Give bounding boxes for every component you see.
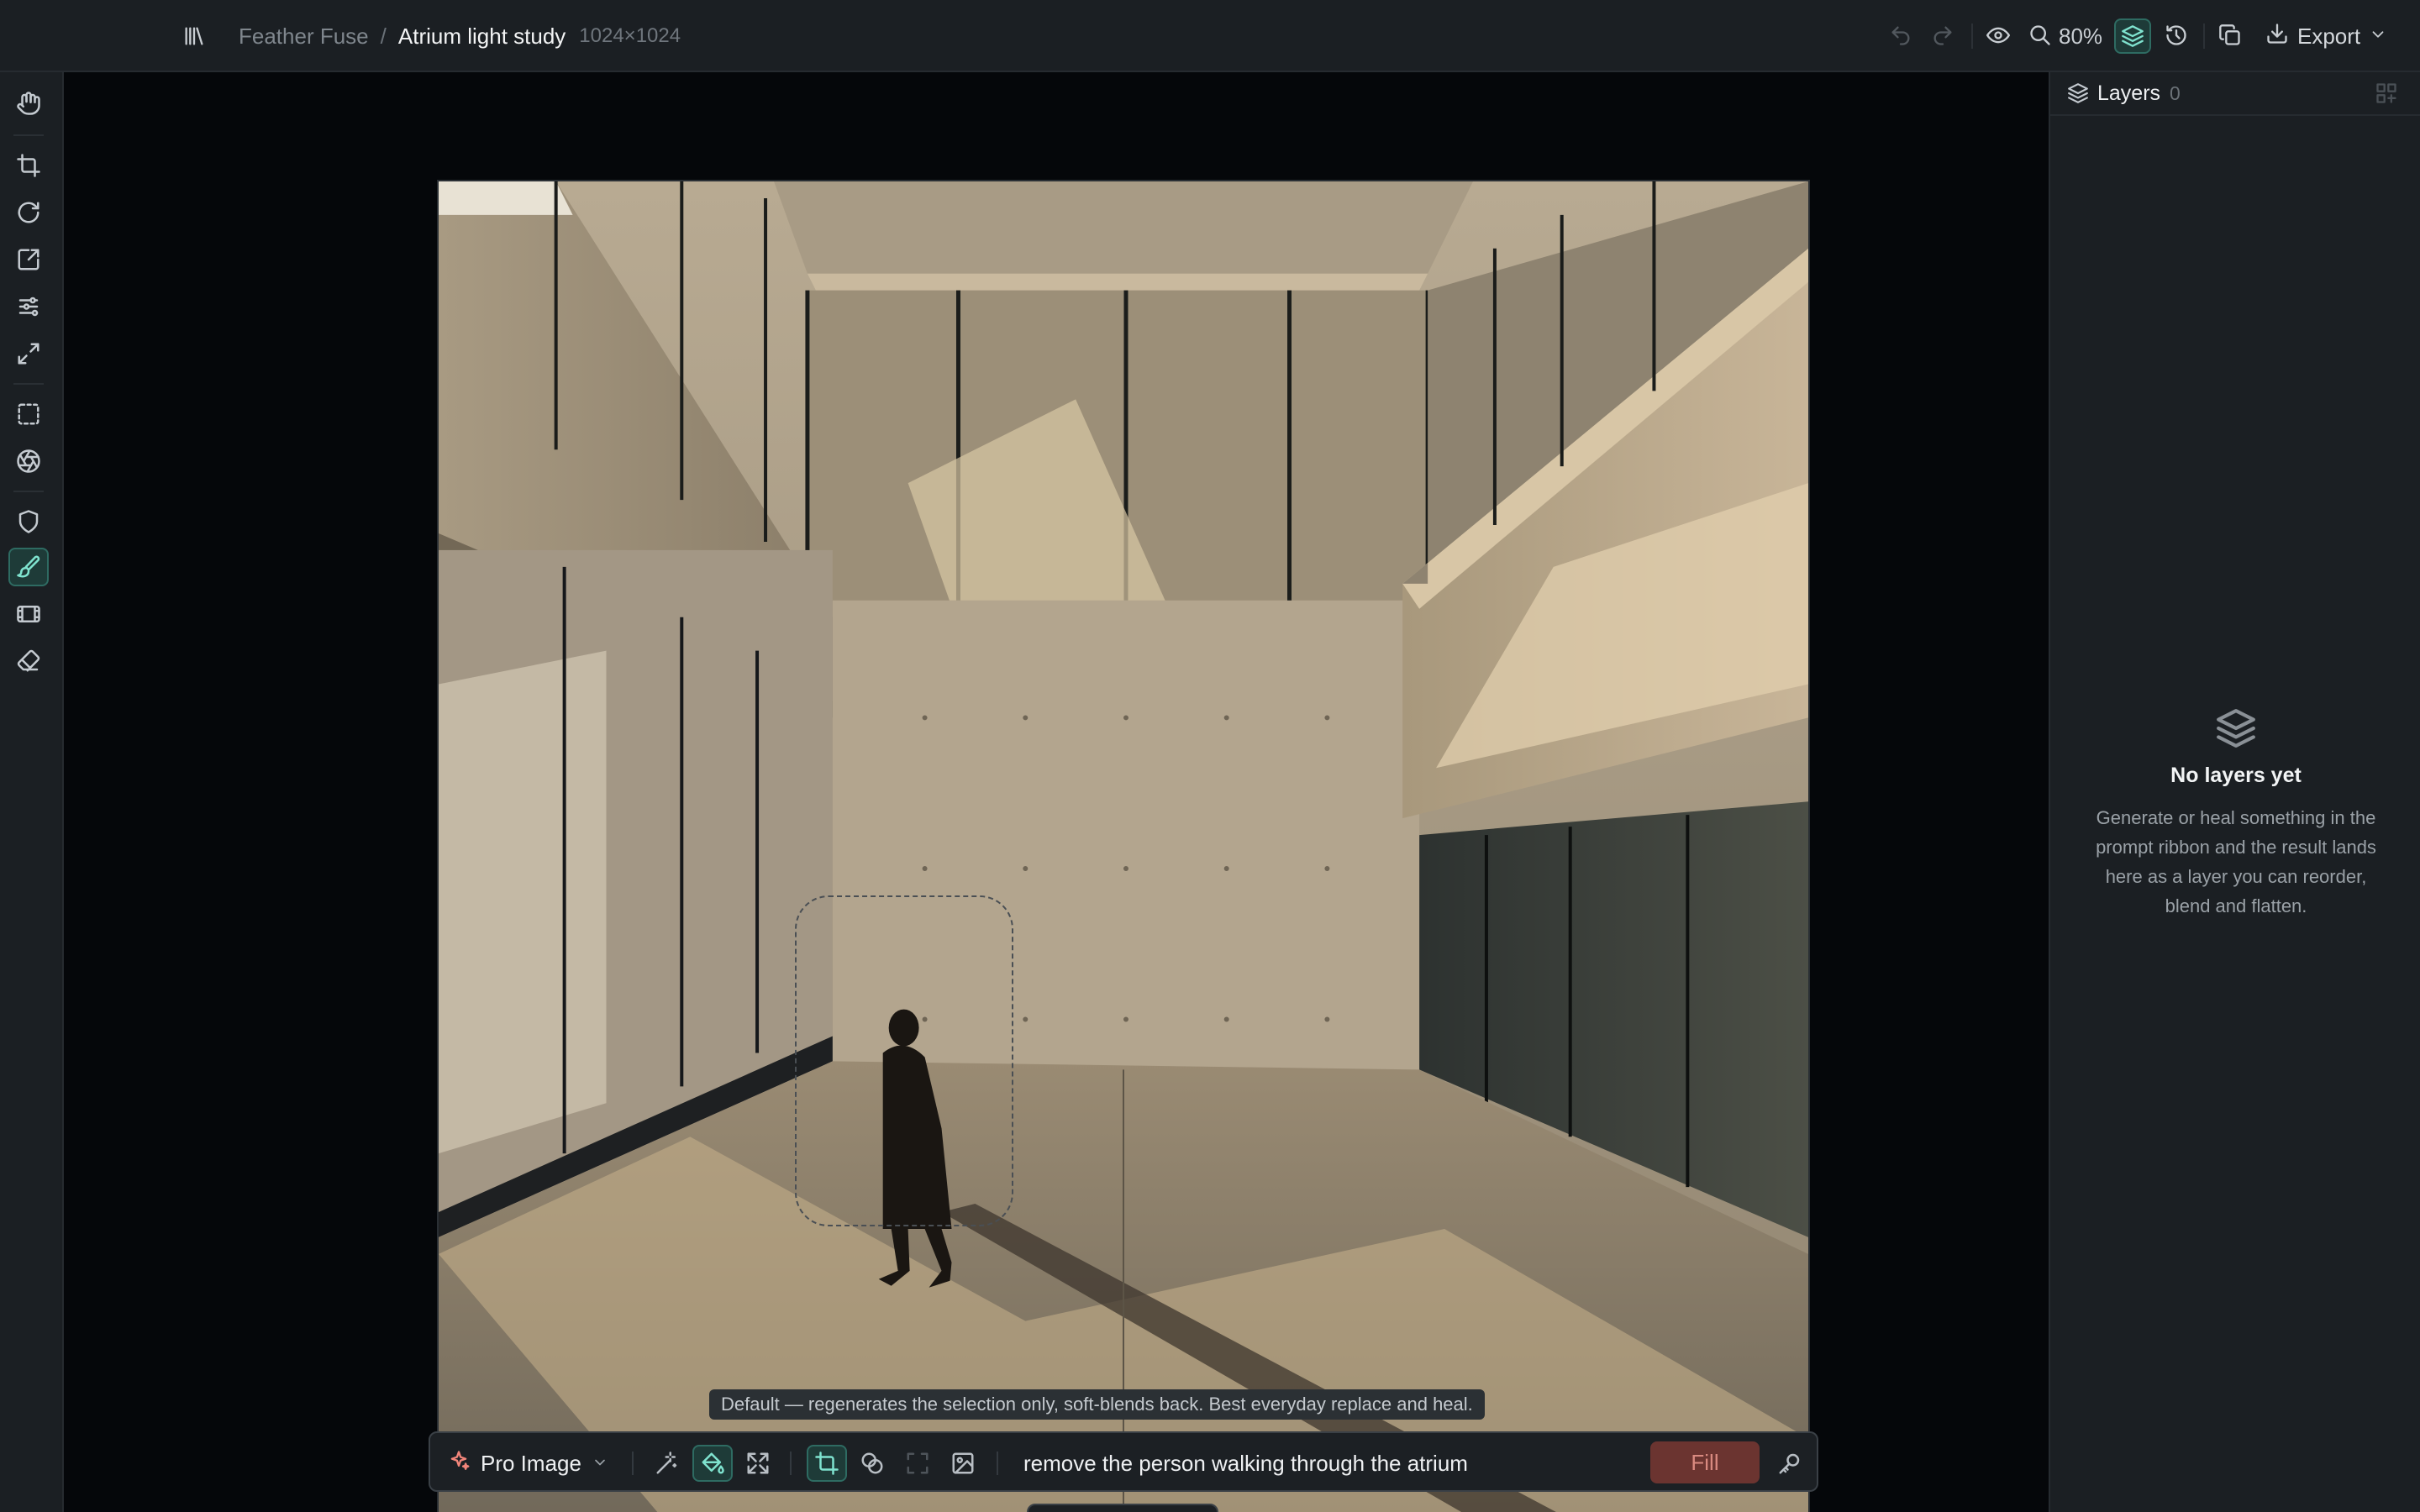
- toolbar-divider: [2203, 24, 2205, 49]
- shield-icon[interactable]: [8, 502, 49, 541]
- crop-icon[interactable]: [8, 146, 49, 185]
- chevron-down-icon: [2369, 24, 2387, 50]
- canvas-image[interactable]: [437, 180, 1810, 1512]
- layers-empty-state: No layers yet Generate or heal something…: [2050, 707, 2420, 921]
- prompt-input[interactable]: [1023, 1445, 1578, 1482]
- eye-icon[interactable]: [1983, 20, 2013, 50]
- sparkle-icon: [447, 1449, 471, 1478]
- empty-state-description: Generate or heal something in the prompt…: [2096, 807, 2376, 916]
- magic-wand-icon[interactable]: [647, 1445, 687, 1482]
- layers-panel-header: Layers 0: [2050, 72, 2420, 116]
- editor-app: Feather Fuse / Atrium light study 1024×1…: [0, 0, 2420, 1512]
- toolbar-divider: [13, 383, 44, 385]
- layers-panel: Layers 0 No layers yet Generate or heal …: [2049, 72, 2420, 1512]
- ribbon-divider: [632, 1452, 634, 1475]
- breadcrumb: Feather Fuse / Atrium light study 1024×1…: [239, 0, 681, 72]
- layers-count: 0: [2170, 82, 2181, 104]
- export-button[interactable]: Export: [2265, 18, 2387, 54]
- redo-icon[interactable]: [1928, 20, 1958, 50]
- rotate-icon[interactable]: [8, 193, 49, 232]
- prompt-ribbon: Pro Image remove the person walking thro…: [429, 1431, 1818, 1492]
- top-bar: Feather Fuse / Atrium light study 1024×1…: [0, 0, 2420, 72]
- aperture-icon[interactable]: [8, 442, 49, 480]
- resize-icon[interactable]: [8, 240, 49, 279]
- adjust-icon[interactable]: [8, 287, 49, 326]
- paint-bucket-icon[interactable]: [692, 1445, 733, 1482]
- hand-icon[interactable]: [8, 84, 49, 123]
- toolbar-divider: [1971, 24, 1973, 49]
- eraser-icon[interactable]: [8, 642, 49, 680]
- undo-icon[interactable]: [1886, 20, 1916, 50]
- toolbar-divider: [13, 134, 44, 136]
- selection-marquee[interactable]: [795, 895, 1013, 1226]
- layers-icon[interactable]: [2114, 18, 2151, 54]
- key-icon[interactable]: [1771, 1445, 1808, 1482]
- library-icon[interactable]: [182, 22, 207, 50]
- expand-frame-icon[interactable]: [738, 1445, 778, 1482]
- export-label: Export: [2297, 23, 2361, 49]
- selection-actions-bar: [1027, 1504, 1218, 1512]
- empty-state-title: No layers yet: [2170, 764, 2302, 787]
- history-icon[interactable]: [2161, 20, 2191, 50]
- ribbon-divider: [997, 1452, 998, 1475]
- canvas-area[interactable]: Default — regenerates the selection only…: [66, 74, 2049, 1512]
- layers-icon: [2067, 82, 2089, 108]
- download-icon: [2265, 22, 2289, 51]
- mode-hint-tooltip: Default — regenerates the selection only…: [709, 1389, 1485, 1420]
- crop-icon[interactable]: [807, 1445, 847, 1482]
- ribbon-divider: [790, 1452, 792, 1475]
- document-title[interactable]: Atrium light study: [398, 24, 566, 50]
- model-selector[interactable]: Pro Image: [447, 1445, 608, 1482]
- zoom-icon[interactable]: [2025, 20, 2055, 50]
- zoom-level[interactable]: 80%: [2059, 24, 2102, 50]
- expand-icon[interactable]: [8, 334, 49, 373]
- project-name[interactable]: Feather Fuse: [239, 24, 369, 50]
- breadcrumb-separator: /: [380, 23, 387, 49]
- model-label: Pro Image: [481, 1450, 581, 1476]
- layout-options-icon[interactable]: [2375, 81, 2398, 109]
- frame-corners-icon[interactable]: [897, 1445, 938, 1482]
- left-toolbar: [0, 72, 64, 1512]
- marquee-icon[interactable]: [8, 395, 49, 433]
- image-icon[interactable]: [943, 1445, 983, 1482]
- brush-icon[interactable]: [8, 548, 49, 586]
- document-dimensions: 1024×1024: [579, 24, 681, 47]
- layers-stack-icon: [2050, 707, 2420, 753]
- toolbar-divider: [13, 491, 44, 492]
- duplicate-icon[interactable]: [2215, 20, 2245, 50]
- layers-title: Layers: [2097, 81, 2161, 105]
- chevron-down-icon: [592, 1451, 608, 1477]
- film-icon[interactable]: [8, 595, 49, 633]
- intersect-icon[interactable]: [852, 1445, 892, 1482]
- fill-button[interactable]: Fill: [1650, 1441, 1760, 1483]
